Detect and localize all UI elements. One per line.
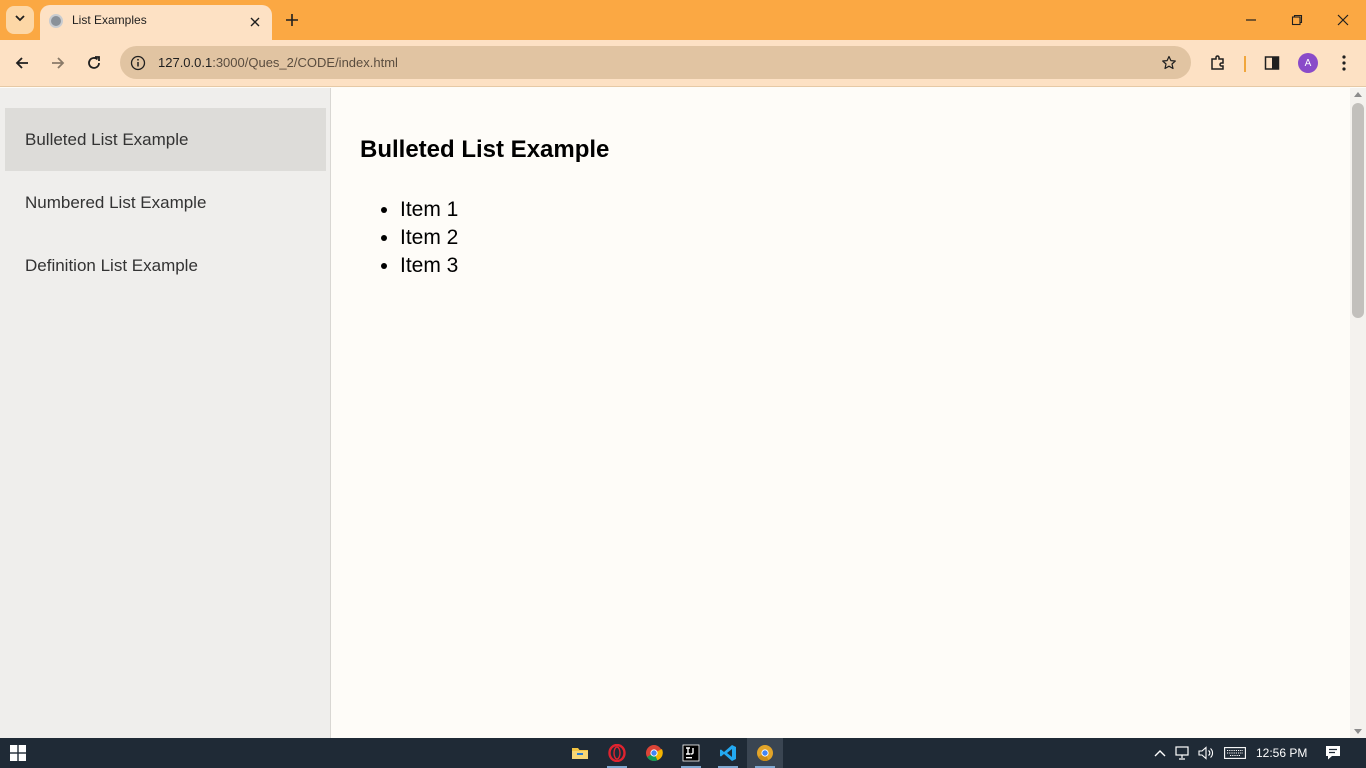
- sidebar-item-label: Definition List Example: [25, 255, 198, 275]
- sidebar-item-numbered-list[interactable]: Numbered List Example: [5, 171, 326, 234]
- taskbar-app-opera[interactable]: [599, 738, 635, 768]
- sidebar: Bulleted List Example Numbered List Exam…: [0, 88, 331, 738]
- new-tab-button[interactable]: [280, 8, 304, 32]
- list-item: Item 1: [400, 196, 458, 224]
- url-text[interactable]: 127.0.0.1:3000/Ques_2/CODE/index.html: [158, 55, 398, 70]
- intellij-icon: [682, 744, 700, 762]
- sidebar-item-bulleted-list[interactable]: Bulleted List Example: [5, 108, 326, 171]
- more-vert-icon: [1342, 55, 1346, 71]
- taskbar-app-chrome-canary[interactable]: [747, 738, 783, 768]
- sidebar-item-label: Numbered List Example: [25, 192, 207, 212]
- volume-button[interactable]: [1196, 738, 1218, 768]
- close-icon: [1337, 14, 1349, 26]
- globe-icon: [49, 14, 63, 28]
- scroll-up-arrow-icon[interactable]: [1354, 92, 1362, 97]
- minimize-icon: [1246, 19, 1256, 21]
- taskbar-app-chrome[interactable]: [636, 738, 672, 768]
- vscode-icon: [720, 745, 736, 761]
- clock[interactable]: 12:56 PM: [1256, 746, 1307, 760]
- url-path: :3000/Ques_2/CODE/index.html: [212, 55, 398, 70]
- reload-button[interactable]: [79, 48, 109, 78]
- arrow-right-icon: [52, 57, 65, 69]
- bulleted-list: Item 1 Item 2 Item 3: [400, 196, 458, 280]
- chevron-up-icon: [1154, 750, 1166, 757]
- url-host: 127.0.0.1: [158, 55, 213, 70]
- star-icon: [1162, 55, 1176, 70]
- taskbar-app-intellij[interactable]: [673, 738, 709, 768]
- network-icon: [1175, 746, 1189, 760]
- side-panel-button[interactable]: [1257, 48, 1287, 78]
- close-window-button[interactable]: [1320, 0, 1366, 40]
- start-button[interactable]: [0, 738, 36, 768]
- tab-strip: List Examples: [0, 0, 1366, 40]
- chrome-icon: [646, 745, 663, 761]
- keyboard-icon: [1224, 747, 1246, 759]
- sidebar-item-definition-list[interactable]: Definition List Example: [5, 234, 326, 297]
- plus-icon: [286, 14, 298, 26]
- opera-icon: [608, 744, 626, 762]
- taskbar-app-vscode[interactable]: [710, 738, 746, 768]
- show-hidden-icons-button[interactable]: [1150, 738, 1170, 768]
- reload-icon: [88, 56, 100, 69]
- back-button[interactable]: [7, 48, 37, 78]
- sidebar-item-label: Bulleted List Example: [25, 129, 189, 149]
- tab-close-button[interactable]: [246, 13, 264, 31]
- browser-toolbar: 127.0.0.1:3000/Ques_2/CODE/index.html: [0, 40, 1366, 87]
- profile-avatar[interactable]: A: [1298, 53, 1318, 73]
- extensions-button[interactable]: [1203, 48, 1233, 78]
- restore-button[interactable]: [1274, 0, 1320, 40]
- windows-logo-icon: [10, 745, 26, 761]
- close-icon: [250, 17, 260, 27]
- toolbar-divider: [1244, 56, 1246, 72]
- info-icon[interactable]: [128, 53, 148, 73]
- keyboard-button[interactable]: [1222, 738, 1248, 768]
- notification-icon: [1326, 746, 1340, 760]
- scroll-down-arrow-icon[interactable]: [1354, 729, 1362, 734]
- taskbar-app-file-explorer[interactable]: [562, 738, 598, 768]
- tab-search-button[interactable]: [6, 6, 34, 34]
- bookmark-star-button[interactable]: [1159, 53, 1179, 73]
- speaker-icon: [1198, 746, 1213, 760]
- chrome-canary-icon: [757, 745, 773, 761]
- page-title: Bulleted List Example: [360, 136, 610, 163]
- side-panel-icon: [1264, 56, 1280, 70]
- list-item: Item 2: [400, 224, 458, 252]
- chevron-down-icon: [14, 11, 26, 29]
- forward-button[interactable]: [43, 48, 73, 78]
- address-bar[interactable]: 127.0.0.1:3000/Ques_2/CODE/index.html: [120, 46, 1191, 79]
- windows-taskbar: 12:56 PM: [0, 738, 1366, 768]
- arrow-left-icon: [15, 57, 28, 69]
- browser-menu-button[interactable]: [1329, 48, 1359, 78]
- tab-title: List Examples: [72, 13, 147, 27]
- page-viewport: Bulleted List Example Numbered List Exam…: [0, 88, 1350, 738]
- vertical-scrollbar[interactable]: [1350, 88, 1366, 738]
- minimize-button[interactable]: [1228, 0, 1274, 40]
- network-button[interactable]: [1172, 738, 1194, 768]
- browser-tab[interactable]: List Examples: [40, 5, 272, 40]
- scrollbar-thumb[interactable]: [1352, 103, 1364, 318]
- restore-icon: [1291, 14, 1303, 26]
- notifications-button[interactable]: [1322, 738, 1344, 768]
- file-explorer-icon: [572, 748, 588, 759]
- puzzle-icon: [1211, 55, 1224, 70]
- list-item: Item 3: [400, 252, 458, 280]
